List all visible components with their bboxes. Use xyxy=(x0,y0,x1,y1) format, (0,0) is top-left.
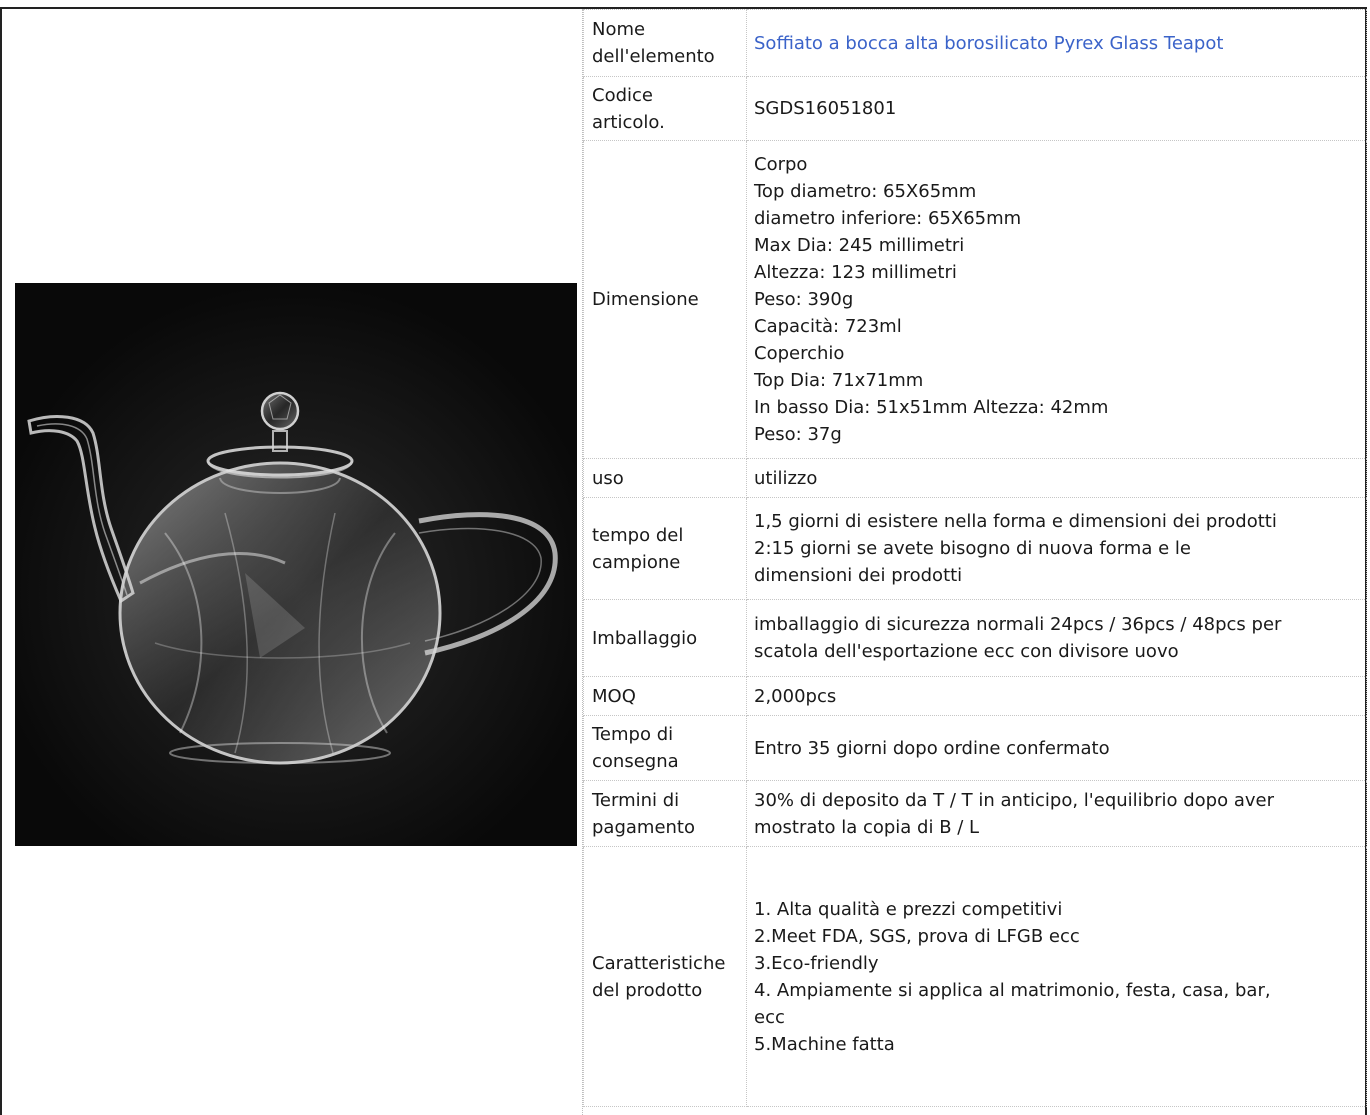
row-value: Entro 35 giorni dopo ordine confermato xyxy=(746,715,1367,781)
row-label: Tempo di consegna xyxy=(583,715,747,781)
row-label: uso xyxy=(583,458,747,498)
spec-table: Nome dell'elemento Soffiato a bocca alta… xyxy=(583,9,1367,1107)
glass-teapot-illustration xyxy=(15,283,577,846)
row-value: 30% di deposito da T / T in anticipo, l'… xyxy=(746,780,1367,847)
table-row: tempo del campione 1,5 giorni di esister… xyxy=(583,497,1367,600)
table-row: Dimensione Corpo Top diametro: 65X65mm d… xyxy=(583,140,1367,459)
product-name-link[interactable]: Soffiato a bocca alta borosilicato Pyrex… xyxy=(746,9,1367,77)
table-row: Termini di pagamento 30% di deposito da … xyxy=(583,780,1367,847)
row-value: Corpo Top diametro: 65X65mm diametro inf… xyxy=(746,140,1367,459)
product-name[interactable]: Soffiato a bocca alta borosilicato Pyrex… xyxy=(754,33,1223,54)
row-label: tempo del campione xyxy=(583,497,747,600)
photo-column xyxy=(2,9,582,1115)
row-label: Imballaggio xyxy=(583,599,747,677)
row-value: utilizzo xyxy=(746,458,1367,498)
table-row: Tempo di consegna Entro 35 giorni dopo o… xyxy=(583,715,1367,781)
row-label: Codice articolo. xyxy=(583,76,747,141)
table-row: Codice articolo. SGDS16051801 xyxy=(583,76,1367,141)
table-row: Caratteristiche del prodotto 1. Alta qua… xyxy=(583,846,1367,1107)
row-value: 2,000pcs xyxy=(746,676,1367,716)
product-photo xyxy=(15,283,577,846)
row-value: imballaggio di sicurezza normali 24pcs /… xyxy=(746,599,1367,677)
table-row: Nome dell'elemento Soffiato a bocca alta… xyxy=(583,9,1367,77)
row-value: SGDS16051801 xyxy=(746,76,1367,141)
table-row: uso utilizzo xyxy=(583,458,1367,498)
table-row: Imballaggio imballaggio di sicurezza nor… xyxy=(583,599,1367,677)
row-label: Nome dell'elemento xyxy=(583,9,747,77)
product-spec-frame: Nome dell'elemento Soffiato a bocca alta… xyxy=(0,7,1367,1115)
row-label: MOQ xyxy=(583,676,747,716)
table-row: MOQ 2,000pcs xyxy=(583,676,1367,716)
row-value: 1. Alta qualità e prezzi competitivi 2.M… xyxy=(746,846,1367,1107)
row-label: Dimensione xyxy=(583,140,747,459)
row-label: Termini di pagamento xyxy=(583,780,747,847)
row-label: Caratteristiche del prodotto xyxy=(583,846,747,1107)
row-value: 1,5 giorni di esistere nella forma e dim… xyxy=(746,497,1367,600)
